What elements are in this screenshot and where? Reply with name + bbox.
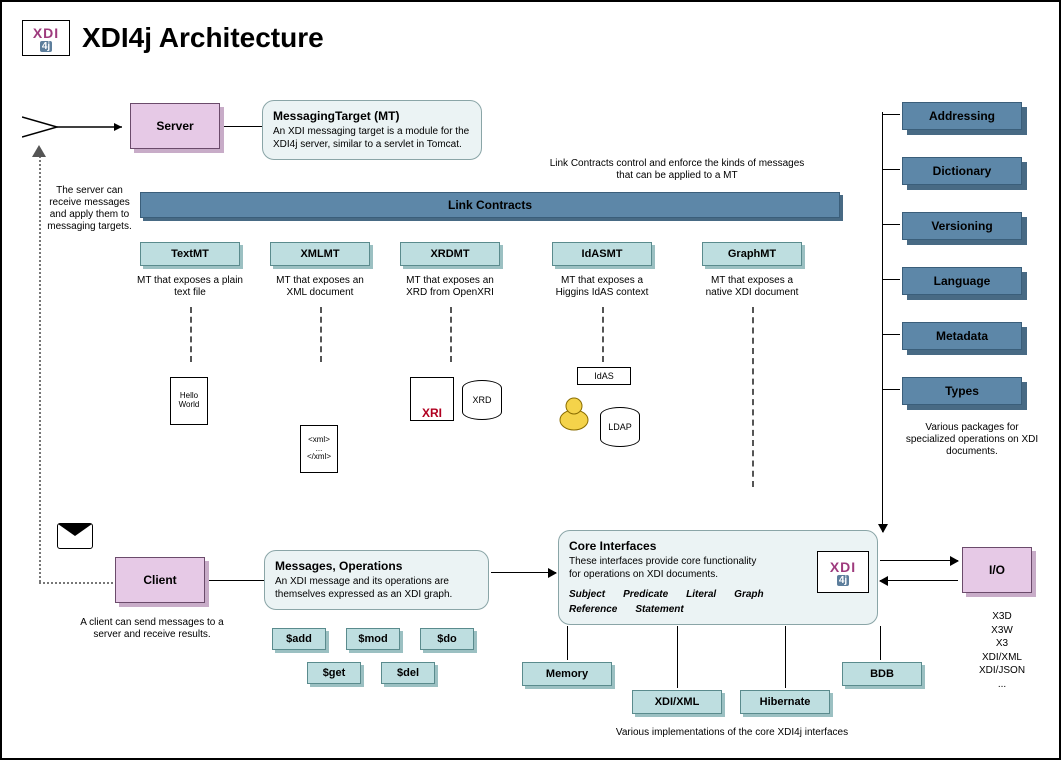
connector bbox=[224, 126, 262, 127]
io-label: I/O bbox=[989, 563, 1005, 577]
mt-xrd-desc: MT that exposes an XRD from OpenXRI bbox=[395, 275, 505, 299]
connector bbox=[882, 334, 900, 335]
diagram-frame: XDI4j XDI4j Architecture Server The serv… bbox=[0, 0, 1061, 760]
term-reference: Reference bbox=[569, 604, 617, 615]
link-contracts-label: Link Contracts bbox=[448, 198, 532, 212]
connector bbox=[882, 389, 900, 390]
xml-doc-icon: <xml>...</xml> bbox=[300, 425, 338, 473]
page-title: XDI4j Architecture bbox=[82, 22, 324, 54]
server-label: Server bbox=[156, 119, 193, 133]
pkg-types: Types bbox=[902, 377, 1022, 405]
connector bbox=[880, 560, 958, 561]
connector bbox=[209, 580, 264, 581]
connector bbox=[880, 580, 958, 581]
openxri-logo-icon: XRI bbox=[410, 377, 454, 421]
connector bbox=[491, 572, 556, 573]
term-statement: Statement bbox=[635, 604, 683, 615]
pkg-versioning: Versioning bbox=[902, 212, 1022, 240]
hello-doc-icon: Hello World bbox=[170, 377, 208, 425]
dash-icon bbox=[752, 307, 754, 487]
mt-xml: XMLMT bbox=[270, 242, 370, 266]
xdi4j-logo-icon: XDI4j bbox=[22, 20, 70, 56]
arrowhead-up-icon bbox=[32, 145, 46, 159]
messages-title: Messages, Operations bbox=[275, 559, 478, 573]
term-subject: Subject bbox=[569, 589, 605, 600]
impl-memory: Memory bbox=[522, 662, 612, 686]
link-contracts-note: Link Contracts control and enforce the k… bbox=[547, 158, 807, 182]
mt-text-desc: MT that exposes a plain text file bbox=[135, 275, 245, 299]
pkg-metadata: Metadata bbox=[902, 322, 1022, 350]
op-do: $do bbox=[420, 628, 474, 650]
xdi4j-logo-small-icon: XDI4j bbox=[817, 551, 869, 593]
server-note: The server can receive messages and appl… bbox=[42, 185, 137, 233]
link-contracts-bar: Link Contracts bbox=[140, 192, 840, 218]
connector bbox=[880, 626, 881, 660]
mt-text: TextMT bbox=[140, 242, 240, 266]
op-mod: $mod bbox=[346, 628, 400, 650]
envelope-icon bbox=[57, 523, 93, 549]
client-note: A client can send messages to a server a… bbox=[67, 617, 237, 641]
dash-icon bbox=[450, 307, 452, 362]
mt-idas: IdASMT bbox=[552, 242, 652, 266]
xrd-db-icon: XRD bbox=[462, 380, 502, 420]
pkg-addressing: Addressing bbox=[902, 102, 1022, 130]
pkg-language: Language bbox=[902, 267, 1022, 295]
core-desc: These interfaces provide core functional… bbox=[569, 556, 769, 581]
io-formats: X3D X3W X3 XDI/XML XDI/JSON ... bbox=[962, 610, 1042, 691]
dash-icon bbox=[320, 307, 322, 362]
mt-idas-desc: MT that exposes a Higgins IdAS context bbox=[547, 275, 657, 299]
messaging-target-panel: MessagingTarget (MT) An XDI messaging ta… bbox=[262, 100, 482, 160]
impl-hibernate: Hibernate bbox=[740, 690, 830, 714]
connector bbox=[882, 114, 900, 115]
connector bbox=[882, 279, 900, 280]
io-box: I/O bbox=[962, 547, 1032, 593]
client-box: Client bbox=[115, 557, 205, 603]
impls-note: Various implementations of the core XDI4… bbox=[592, 727, 872, 739]
idas-box: IdAS bbox=[577, 367, 631, 385]
connector bbox=[785, 626, 786, 688]
term-graph: Graph bbox=[734, 589, 763, 600]
impl-xdixml: XDI/XML bbox=[632, 690, 722, 714]
term-literal: Literal bbox=[686, 589, 716, 600]
dash-icon bbox=[602, 307, 604, 362]
connector bbox=[882, 169, 900, 170]
mt-title: MessagingTarget (MT) bbox=[273, 109, 471, 123]
mt-xrd: XRDMT bbox=[400, 242, 500, 266]
mt-graph-desc: MT that exposes a native XDI document bbox=[697, 275, 807, 299]
packages-note: Various packages for specialized operati… bbox=[902, 422, 1042, 458]
core-panel: Core Interfaces These interfaces provide… bbox=[558, 530, 878, 625]
messages-panel: Messages, Operations An XDI message and … bbox=[264, 550, 489, 610]
client-label: Client bbox=[143, 573, 176, 587]
connector bbox=[882, 224, 900, 225]
mt-xml-desc: MT that exposes an XML document bbox=[265, 275, 375, 299]
higgins-logo-icon bbox=[557, 392, 591, 432]
connector bbox=[567, 626, 568, 660]
op-get: $get bbox=[307, 662, 361, 684]
messages-desc: An XDI message and its operations are th… bbox=[275, 576, 478, 601]
dotted-path-icon bbox=[39, 152, 41, 582]
term-predicate: Predicate bbox=[623, 589, 668, 600]
server-box: Server bbox=[130, 103, 220, 149]
mt-desc: An XDI messaging target is a module for … bbox=[273, 126, 471, 151]
dash-icon bbox=[190, 307, 192, 362]
pkg-dictionary: Dictionary bbox=[902, 157, 1022, 185]
ldap-db-icon: LDAP bbox=[600, 407, 640, 447]
packages-arrow-icon bbox=[882, 112, 883, 532]
mt-graph: GraphMT bbox=[702, 242, 802, 266]
op-del: $del bbox=[381, 662, 435, 684]
impl-bdb: BDB bbox=[842, 662, 922, 686]
connector bbox=[677, 626, 678, 688]
op-add: $add bbox=[272, 628, 326, 650]
